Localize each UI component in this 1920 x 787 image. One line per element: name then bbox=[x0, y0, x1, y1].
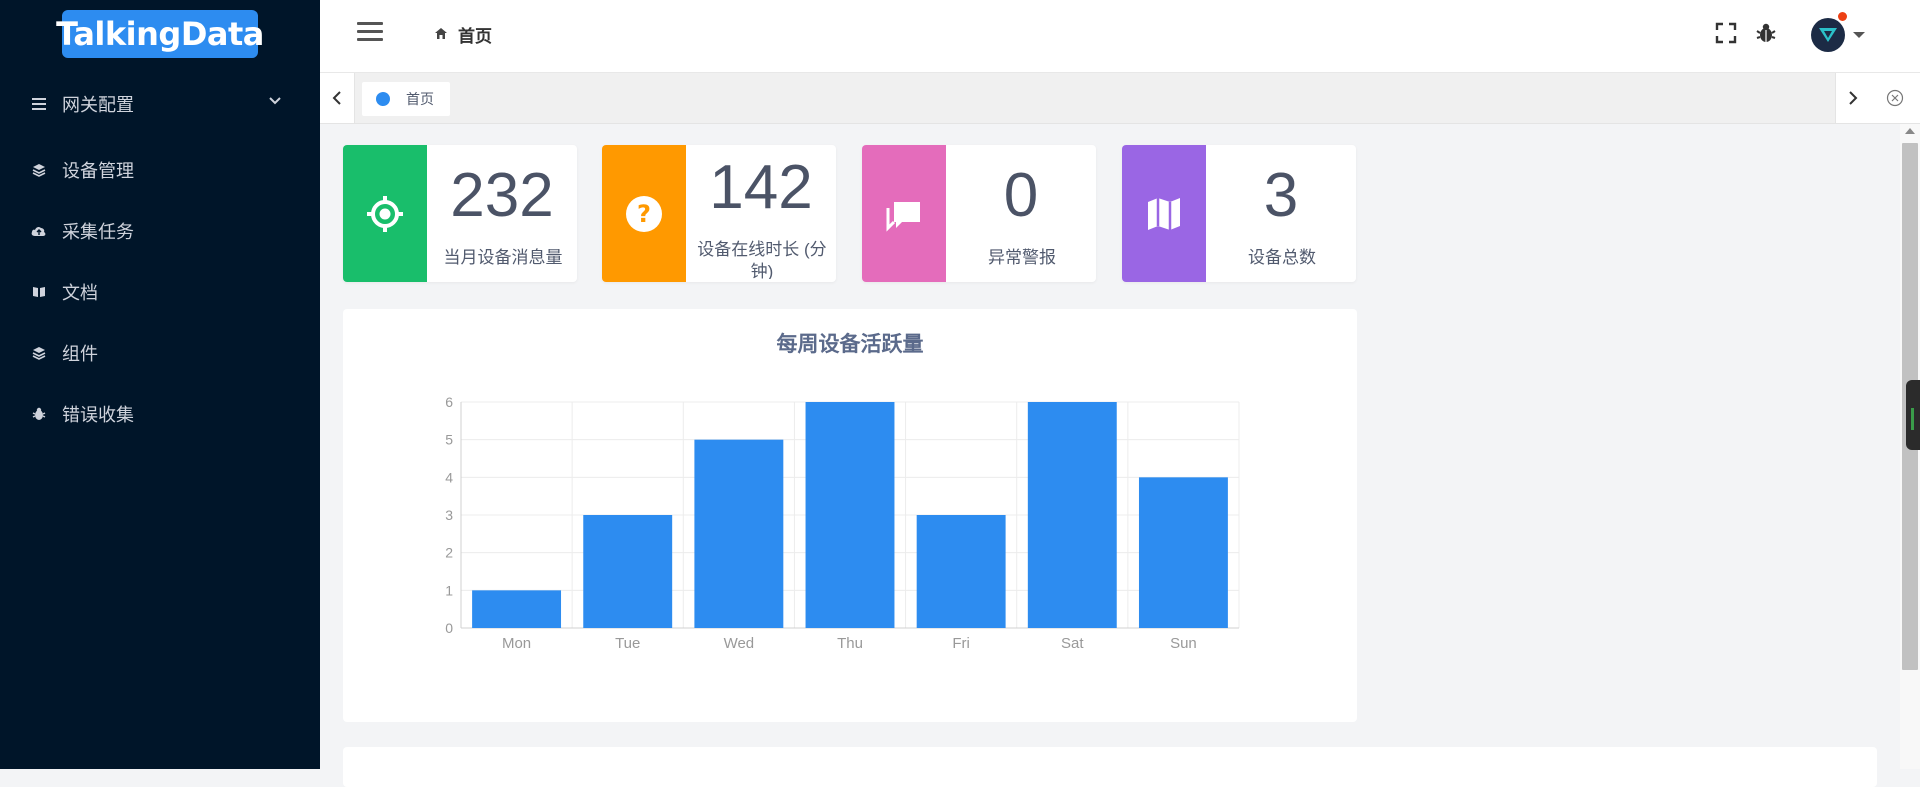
chat-icon bbox=[862, 145, 946, 282]
x-tick-label: Sun bbox=[1170, 635, 1197, 652]
y-tick-label: 1 bbox=[445, 582, 453, 598]
stat-label: 异常警报 bbox=[988, 248, 1056, 267]
home-icon[interactable] bbox=[434, 25, 448, 45]
layers-icon bbox=[30, 344, 48, 362]
tabs-bar: 首页 bbox=[320, 73, 1920, 124]
y-tick-label: 3 bbox=[445, 507, 453, 523]
x-tick-label: Thu bbox=[837, 635, 863, 652]
book-icon bbox=[30, 283, 48, 301]
stat-value: 142 bbox=[709, 153, 813, 222]
bottom-panel bbox=[343, 747, 1877, 787]
help-circle-icon: ? bbox=[602, 145, 686, 282]
list-icon bbox=[30, 95, 48, 113]
x-tick-label: Sat bbox=[1061, 635, 1084, 652]
stat-card-alerts[interactable]: 0 异常警报 bbox=[862, 145, 1096, 282]
sidebar-item-label: 错误收集 bbox=[62, 404, 134, 425]
y-tick-label: 2 bbox=[445, 545, 453, 561]
x-tick-label: Fri bbox=[952, 635, 970, 652]
sidebar-item-label: 采集任务 bbox=[62, 221, 134, 242]
weekly-activity-chart-panel: 每周设备活跃量 0 1 2 3 4 5 6 Mon Tue Wed Thu Fri Sat Sun bbox=[343, 309, 1357, 722]
scroll-up-arrow-icon[interactable] bbox=[1905, 128, 1915, 134]
bar-sat bbox=[1027, 402, 1117, 628]
sidebar-menu: 网关配置 设备管理 采集任务 文档 组件 错误收集 bbox=[0, 68, 320, 444]
sidebar-item-collection-tasks[interactable]: 采集任务 bbox=[0, 200, 320, 261]
y-tick-label: 6 bbox=[445, 394, 453, 410]
menu-toggle-icon[interactable] bbox=[357, 22, 383, 44]
bug-icon[interactable] bbox=[1755, 22, 1777, 49]
bar-chart: 0 1 2 3 4 5 6 Mon Tue Wed Thu Fri Sat Sun bbox=[445, 394, 1240, 652]
x-tick-label: Wed bbox=[724, 635, 755, 652]
sidebar-item-label: 设备管理 bbox=[62, 160, 134, 181]
chevron-right-icon bbox=[1849, 91, 1858, 105]
logo[interactable]: TalkingData bbox=[56, 10, 264, 58]
svg-text:?: ? bbox=[637, 200, 651, 228]
notification-dot bbox=[1838, 12, 1847, 21]
chevron-down-icon bbox=[268, 90, 282, 111]
stat-label: 设备在线时长 (分钟) bbox=[697, 240, 827, 279]
stat-value: 0 bbox=[1003, 161, 1039, 230]
stat-label: 设备总数 bbox=[1248, 248, 1316, 267]
tabs-scroll-right-button[interactable] bbox=[1835, 73, 1870, 123]
sidebar-item-components[interactable]: 组件 bbox=[0, 322, 320, 383]
y-tick-label: 4 bbox=[445, 469, 453, 485]
sidebar-item-label: 文档 bbox=[62, 282, 98, 303]
tab-label: 首页 bbox=[406, 91, 434, 107]
dropdown-caret-icon[interactable] bbox=[1853, 32, 1865, 38]
close-circle-icon bbox=[1886, 89, 1904, 107]
y-tick-label: 0 bbox=[445, 620, 453, 636]
bar-wed bbox=[694, 439, 784, 628]
stat-card-monthly-messages[interactable]: 232 当月设备消息量 bbox=[343, 145, 577, 282]
crosshair-icon bbox=[343, 145, 427, 282]
stat-card-device-total[interactable]: 3 设备总数 bbox=[1122, 145, 1356, 282]
bar-mon bbox=[472, 590, 562, 628]
avatar[interactable] bbox=[1811, 12, 1847, 52]
active-tab-indicator bbox=[376, 92, 390, 106]
bar-fri bbox=[916, 515, 1006, 628]
y-tick-label: 5 bbox=[445, 432, 453, 448]
chevron-left-icon bbox=[332, 91, 341, 105]
fullscreen-icon[interactable] bbox=[1715, 22, 1737, 49]
logo-area: TalkingData bbox=[0, 0, 320, 68]
sidebar-item-error-collection[interactable]: 错误收集 bbox=[0, 383, 320, 444]
x-tick-label: Tue bbox=[615, 635, 640, 652]
stat-card-online-duration[interactable]: ? 142 设备在线时长 (分钟) bbox=[602, 145, 836, 282]
stat-value: 3 bbox=[1263, 161, 1299, 230]
bar-tue bbox=[583, 515, 673, 628]
sidebar-item-gateway-config[interactable]: 网关配置 bbox=[0, 68, 320, 139]
cloud-upload-icon bbox=[30, 222, 48, 240]
x-tick-label: Mon bbox=[502, 635, 531, 652]
bar-sun bbox=[1138, 477, 1228, 628]
bar-thu bbox=[805, 402, 895, 628]
stat-label: 当月设备消息量 bbox=[443, 248, 563, 267]
top-header: 首页 bbox=[320, 0, 1920, 73]
sidebar-item-device-management[interactable]: 设备管理 bbox=[0, 139, 320, 200]
close-tabs-button[interactable] bbox=[1870, 73, 1920, 123]
breadcrumb: 首页 bbox=[434, 22, 492, 47]
layers-icon bbox=[30, 161, 48, 179]
header-actions bbox=[1697, 12, 1865, 52]
sidebar: TalkingData 网关配置 设备管理 采集任务 文档 组件 错误收集 bbox=[0, 0, 320, 769]
tab-home[interactable]: 首页 bbox=[362, 82, 450, 116]
bug-icon bbox=[30, 405, 48, 423]
side-handle[interactable] bbox=[1906, 380, 1920, 450]
sidebar-item-docs[interactable]: 文档 bbox=[0, 261, 320, 322]
stat-value: 232 bbox=[450, 161, 554, 230]
sidebar-item-label: 网关配置 bbox=[62, 94, 134, 115]
sidebar-item-label: 组件 bbox=[62, 343, 98, 364]
map-icon bbox=[1122, 145, 1206, 282]
breadcrumb-current[interactable]: 首页 bbox=[458, 22, 492, 47]
tabs-scroll-left-button[interactable] bbox=[320, 73, 355, 123]
